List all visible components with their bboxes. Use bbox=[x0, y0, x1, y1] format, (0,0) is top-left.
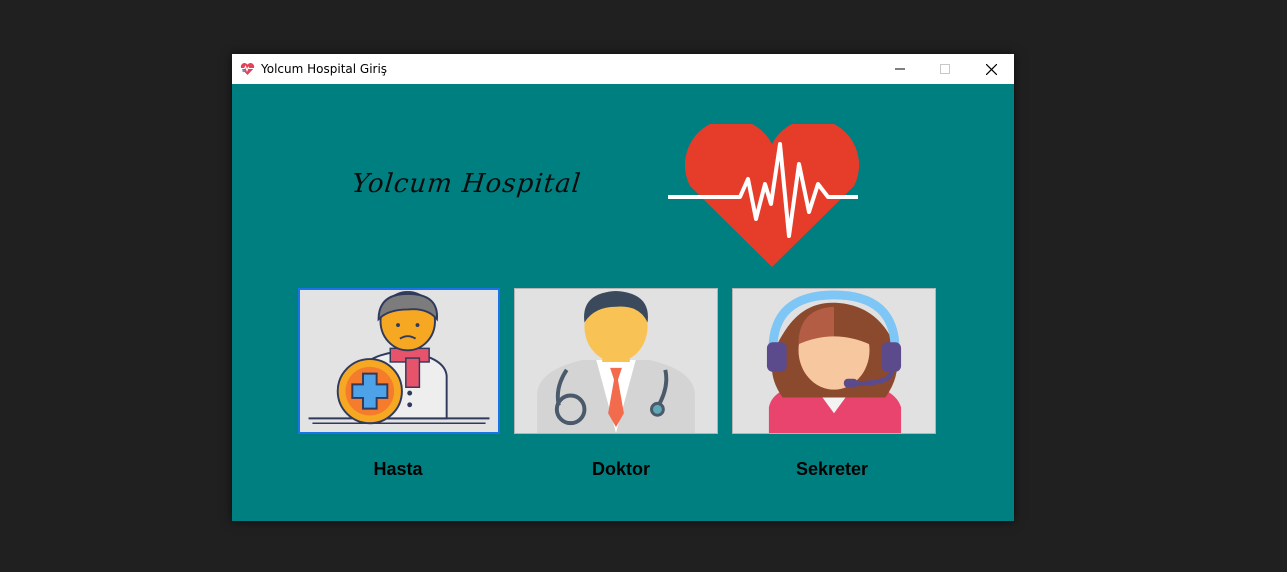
doctor-icon bbox=[515, 289, 717, 433]
window-title: Yolcum Hospital Giriş bbox=[261, 62, 388, 76]
minimize-button[interactable] bbox=[877, 54, 923, 84]
secretary-button[interactable] bbox=[732, 288, 936, 434]
secretary-label: Sekreter bbox=[795, 459, 869, 479]
minimize-icon bbox=[895, 68, 905, 70]
patient-label: Hasta bbox=[373, 459, 423, 479]
title-bar[interactable]: Yolcum Hospital Giriş bbox=[232, 54, 1014, 84]
maximize-icon bbox=[940, 64, 950, 74]
heart-pulse-icon bbox=[668, 124, 860, 267]
hospital-name: Yolcum Hospital bbox=[350, 169, 583, 199]
heart-pulse-icon bbox=[240, 63, 255, 75]
maximize-button[interactable] bbox=[922, 54, 968, 84]
secretary-headset-icon bbox=[733, 289, 935, 433]
doctor-label: Doktor bbox=[592, 459, 650, 479]
login-window: Yolcum Hospital Giriş Yolcum Hospital Ha… bbox=[232, 54, 1014, 521]
doctor-button[interactable] bbox=[514, 288, 718, 434]
close-icon bbox=[985, 63, 997, 75]
patient-icon bbox=[300, 290, 498, 432]
patient-button[interactable] bbox=[298, 288, 500, 434]
close-button[interactable] bbox=[968, 54, 1014, 84]
login-panel: Yolcum Hospital Hasta Doktor Sekreter bbox=[232, 84, 1014, 521]
